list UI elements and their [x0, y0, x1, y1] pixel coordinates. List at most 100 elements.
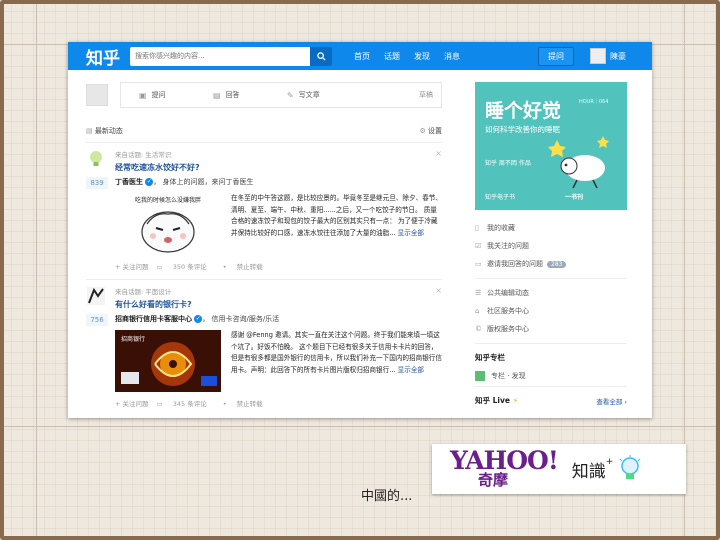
write-icon: ✎: [287, 90, 294, 100]
nav-topics[interactable]: 话题: [384, 51, 400, 62]
vote-count[interactable]: 839: [86, 177, 108, 189]
verified-icon: ✓: [145, 178, 154, 186]
question-title[interactable]: 经常吃速冻水饺好不好?: [115, 162, 442, 173]
feed-item: × 756 来自话题: 平面设计 有什么好看的银行卡? 招商银行信用卡客服中心 …: [86, 286, 442, 408]
sidebar-item-favorites[interactable]: ▯ 我的收藏: [475, 219, 627, 237]
live-heading: 知乎 Live ⚡: [475, 395, 518, 406]
vote-count[interactable]: 756: [86, 314, 108, 326]
feed-source[interactable]: 来自话题: 生活常识: [115, 149, 442, 159]
feed-title-label: 最新动态: [94, 127, 123, 135]
sidebar-item-label: 邀请我回答的问题: [487, 260, 543, 268]
show-all-link[interactable]: 显示全部: [398, 229, 424, 237]
compose-write-label: 写文章: [298, 91, 320, 99]
view-all-link[interactable]: 查看全部 ›: [596, 396, 627, 406]
check-icon: ☑: [475, 242, 482, 250]
nav-home[interactable]: 首页: [354, 51, 370, 62]
feed-title: ▤ 最新动态: [86, 126, 123, 136]
feed-header: ▤ 最新动态 ⚙ 设置: [86, 126, 442, 136]
search-button[interactable]: [310, 46, 332, 66]
count-badge: 283: [547, 260, 567, 268]
question-title[interactable]: 有什么好看的银行卡?: [115, 299, 442, 310]
sidebar-item-label: 公共编辑动态: [487, 289, 529, 297]
answer-content: 招商银行 感谢 @Fenng 邀请。其实一直在关注这个问题。终于我们能来填一填这…: [115, 330, 442, 392]
slide-guide-line: [36, 0, 37, 540]
topic-design-icon: [87, 287, 105, 305]
slide-guide-line: [0, 426, 720, 427]
no-repost-text: 禁止转载: [236, 263, 263, 271]
compose-answer-button[interactable]: ▤ 回答: [195, 90, 269, 100]
columns-explore-link[interactable]: 专栏 · 发现: [475, 371, 627, 381]
answer-actions: + 关注问题 ▭ 350 条评论 • 禁止转载: [115, 261, 442, 271]
zhihu-screenshot: 知乎 首页 话题 发现 消息 提问 陳豪 ▣ 提问: [68, 42, 652, 418]
avatar: [86, 84, 108, 106]
sidebar-item-label: 我关注的问题: [487, 242, 529, 250]
bookmark-icon: ▯: [475, 224, 479, 232]
answer-excerpt[interactable]: 感谢 @Fenng 邀请。其实一直在关注这个问题。终于我们能来填一填这个坑了。好…: [231, 330, 442, 392]
answer-actions: + 关注问题 ▭ 345 条评论 • 禁止转载: [115, 398, 442, 408]
sidebar-item-followed-questions[interactable]: ☑ 我关注的问题: [475, 237, 627, 255]
columns-heading: 知乎专栏: [475, 353, 505, 362]
comment-icon: ▭: [156, 263, 165, 271]
ebook-banner[interactable]: 睡个好觉 如何科学改善你的睡眠 HOUR｜064 知乎 周不岡 作品 知乎电子书…: [475, 82, 627, 210]
zhihu-logo[interactable]: 知乎: [86, 44, 130, 69]
sidebar-item-community-center[interactable]: ⌂ 社区服务中心: [475, 302, 627, 320]
author-name[interactable]: 招商银行信用卡客服中心: [115, 315, 192, 323]
sidebar-links: ▯ 我的收藏 ☑ 我关注的问题 ▭ 邀请我回答的问题 283 ☰ 公共编辑动态 …: [475, 219, 627, 406]
compose-box: ▣ 提问 ▤ 回答 ✎ 写文章 草稿: [120, 82, 442, 108]
feed-source[interactable]: 来自话题: 平面设计: [115, 286, 442, 296]
no-repost-label: • 禁止转载: [223, 398, 271, 408]
yahoo-knowledge-logo: YAHOO! 奇摩 知識+: [432, 444, 686, 494]
follow-question-button[interactable]: + 关注问题: [115, 398, 149, 408]
invite-icon: ▭: [475, 260, 482, 268]
lightning-icon: ⚡: [512, 396, 518, 405]
sidebar-item-public-edits[interactable]: ☰ 公共编辑动态: [475, 284, 627, 302]
show-all-link[interactable]: 显示全部: [398, 366, 424, 374]
comment-icon: ▭: [156, 400, 165, 408]
comments-button[interactable]: ▭ 350 条评论: [157, 261, 215, 271]
main-column: ▣ 提问 ▤ 回答 ✎ 写文章 草稿 ▤ 最新动态 ⚙ 设置 × 839 来自话…: [86, 82, 442, 408]
plus-sign: +: [605, 456, 614, 467]
gear-icon: ⚙: [419, 127, 426, 135]
answer-image[interactable]: 招商银行: [115, 330, 221, 392]
nav-messages[interactable]: 消息: [444, 51, 460, 62]
user-menu[interactable]: 陳豪: [590, 48, 626, 64]
answer-image[interactable]: 吃我的时候怎么没嫌我胖: [115, 193, 221, 255]
sidebar-item-label: 社区服务中心: [487, 307, 529, 315]
answer-excerpt[interactable]: 在冬至的中午答这题，是比较应景的。毕竟冬至是继元旦、除夕、春节、清明、夏至、端午…: [231, 193, 442, 255]
feed-item-left: 756: [86, 286, 108, 326]
separator-dot: •: [222, 263, 229, 271]
close-icon[interactable]: ×: [435, 149, 442, 158]
list-icon: ☰: [475, 289, 482, 297]
divider: [475, 278, 627, 279]
sidebar-item-copyright-center[interactable]: © 版权服务中心: [475, 320, 627, 338]
comments-label: 350 条评论: [172, 263, 207, 271]
copyright-icon: ©: [475, 325, 482, 333]
sidebar-item-label: 版权服务中心: [487, 325, 529, 333]
follow-question-button[interactable]: + 关注问题: [115, 261, 149, 271]
separator-dot: •: [222, 400, 229, 408]
compose-ask-button[interactable]: ▣ 提问: [121, 90, 195, 100]
feed-item: × 839 来自话题: 生活常识 经常吃速冻水饺好不好? 丁香医生 ✓， 身体上…: [86, 149, 442, 271]
feed-item-body: 来自话题: 平面设计 有什么好看的银行卡? 招商银行信用卡客服中心 ✓， 信用卡…: [115, 286, 442, 408]
ask-question-button[interactable]: 提问: [538, 46, 574, 66]
username: 陳豪: [610, 51, 626, 61]
author-name[interactable]: 丁香医生: [115, 178, 143, 186]
lightbulb-icon: [619, 455, 641, 479]
feed-settings-label: 设置: [428, 127, 442, 135]
image-caption: 吃我的时候怎么没嫌我胖: [134, 197, 201, 204]
search-input[interactable]: [130, 46, 310, 66]
compose-write-button[interactable]: ✎ 写文章: [269, 90, 343, 100]
sheep-illustration: [548, 136, 609, 189]
banner-title: 睡个好觉: [485, 100, 562, 122]
answer-author: 招商银行信用卡客服中心 ✓， 信用卡咨询/服务/乐活: [115, 315, 280, 323]
nav-explore[interactable]: 发现: [414, 51, 430, 62]
sidebar-item-invitations[interactable]: ▭ 邀请我回答的问题 283: [475, 255, 627, 273]
comments-button[interactable]: ▭ 345 条评论: [157, 398, 215, 408]
draft-link[interactable]: 草稿: [419, 90, 433, 100]
verified-icon: ✓: [194, 315, 203, 323]
divider: [86, 142, 442, 143]
compose-ask-label: 提问: [151, 91, 166, 99]
close-icon[interactable]: ×: [435, 286, 442, 295]
feed-settings-button[interactable]: ⚙ 设置: [419, 126, 442, 136]
column-icon: [475, 371, 485, 381]
